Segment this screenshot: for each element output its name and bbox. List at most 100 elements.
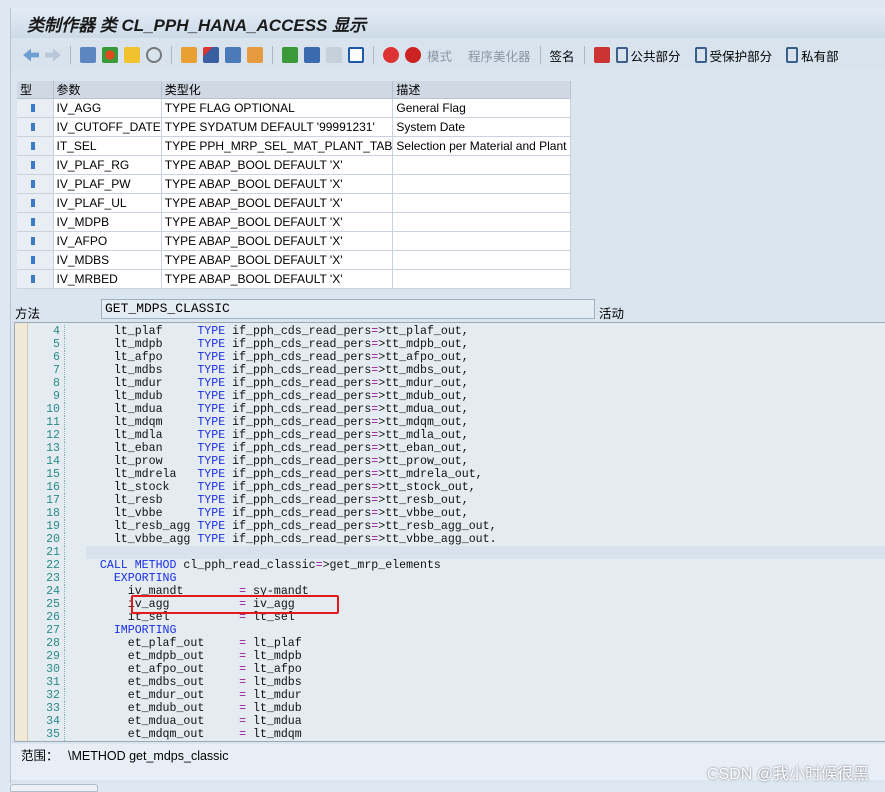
code-line[interactable]: 7 lt_mdbs TYPE if_pph_cds_read_pers=>tt_…	[28, 364, 885, 377]
code-line[interactable]: 5 lt_mdpb TYPE if_pph_cds_read_pers=>tt_…	[28, 338, 885, 351]
code-line[interactable]: 23 EXPORTING	[28, 572, 885, 585]
object-list-icon[interactable]	[181, 47, 197, 63]
class-icon[interactable]	[593, 47, 610, 63]
code-line[interactable]: 29 et_mdpb_out = lt_mdpb	[28, 650, 885, 663]
parameter-name[interactable]: IV_PLAF_UL	[53, 193, 162, 213]
wand-icon[interactable]	[203, 47, 219, 63]
pretty-printer-button[interactable]: 程序美化器	[468, 46, 531, 65]
parameter-typing[interactable]: TYPE FLAG OPTIONAL	[161, 98, 394, 118]
code-line[interactable]: 15 lt_mdrela TYPE if_pph_cds_read_pers=>…	[28, 468, 885, 481]
mode-button[interactable]: 模式	[427, 46, 452, 65]
parameter-name[interactable]: IV_PLAF_PW	[53, 174, 162, 194]
parameter-name[interactable]: IV_CUTOFF_DATE	[53, 117, 162, 137]
stop-icon[interactable]	[405, 47, 421, 63]
parameter-row[interactable]: IV_MDBS TYPE ABAP_BOOL DEFAULT 'X'	[17, 250, 572, 270]
parameter-row[interactable]: IV_PLAF_RG TYPE ABAP_BOOL DEFAULT 'X'	[17, 155, 572, 175]
code-text: et_mdpb_out = lt_mdpb	[86, 650, 302, 663]
code-line[interactable]: 27 IMPORTING	[28, 624, 885, 637]
abap-code-editor[interactable]: 4 lt_plaf TYPE if_pph_cds_read_pers=>tt_…	[14, 322, 885, 742]
parameter-name[interactable]: IV_MRBED	[53, 269, 162, 289]
method-name-field[interactable]: GET_MDPS_CLASSIC	[101, 299, 595, 319]
code-line[interactable]: 17 lt_resb TYPE if_pph_cds_read_pers=>tt…	[28, 494, 885, 507]
code-line[interactable]: 10 lt_mdua TYPE if_pph_cds_read_pers=>tt…	[28, 403, 885, 416]
code-line[interactable]: 32 et_mdur_out = lt_mdur	[28, 689, 885, 702]
parameter-row[interactable]: IV_PLAF_UL TYPE ABAP_BOOL DEFAULT 'X'	[17, 193, 572, 213]
parameter-description[interactable]	[392, 193, 572, 213]
protected-section-button[interactable]: 受保护部分	[694, 46, 772, 65]
code-line[interactable]: 8 lt_mdur TYPE if_pph_cds_read_pers=>tt_…	[28, 377, 885, 390]
parameter-description[interactable]	[392, 212, 572, 232]
parameter-typing[interactable]: TYPE ABAP_BOOL DEFAULT 'X'	[161, 193, 394, 213]
back-arrow-icon[interactable]	[23, 48, 39, 62]
public-section-button[interactable]: 公共部分	[615, 46, 681, 65]
info-icon[interactable]	[348, 47, 364, 63]
display-change-icon[interactable]	[80, 47, 96, 63]
column-header-type[interactable]: 型	[17, 81, 54, 99]
parameter-description[interactable]: General Flag	[392, 98, 572, 118]
parameter-name[interactable]: IV_MDPB	[53, 212, 162, 232]
parameter-typing[interactable]: TYPE PPH_MRP_SEL_MAT_PLANT_TAB	[161, 136, 394, 156]
column-header-typing[interactable]: 类型化	[161, 81, 394, 99]
code-line[interactable]: 9 lt_mdub TYPE if_pph_cds_read_pers=>tt_…	[28, 390, 885, 403]
code-line[interactable]: 31 et_mdbs_out = lt_mdbs	[28, 676, 885, 689]
parameter-typing[interactable]: TYPE SYDATUM DEFAULT '99991231'	[161, 117, 394, 137]
code-line[interactable]: 6 lt_afpo TYPE if_pph_cds_read_pers=>tt_…	[28, 351, 885, 364]
parameter-description[interactable]	[392, 155, 572, 175]
parameter-typing[interactable]: TYPE ABAP_BOOL DEFAULT 'X'	[161, 269, 394, 289]
code-line[interactable]: 33 et_mdub_out = lt_mdub	[28, 702, 885, 715]
code-line[interactable]: 14 lt_prow TYPE if_pph_cds_read_pers=>tt…	[28, 455, 885, 468]
parameter-typing[interactable]: TYPE ABAP_BOOL DEFAULT 'X'	[161, 250, 394, 270]
parameter-row[interactable]: IV_PLAF_PW TYPE ABAP_BOOL DEFAULT 'X'	[17, 174, 572, 194]
parameter-row[interactable]: IV_AFPO TYPE ABAP_BOOL DEFAULT 'X'	[17, 231, 572, 251]
code-line[interactable]: 11 lt_mdqm TYPE if_pph_cds_read_pers=>tt…	[28, 416, 885, 429]
parameter-name[interactable]: IT_SEL	[53, 136, 162, 156]
parameter-name[interactable]: IV_AGG	[53, 98, 162, 118]
code-line[interactable]: 12 lt_mdla TYPE if_pph_cds_read_pers=>tt…	[28, 429, 885, 442]
export-icon[interactable]	[247, 47, 263, 63]
parameter-typing[interactable]: TYPE ABAP_BOOL DEFAULT 'X'	[161, 212, 394, 232]
code-line[interactable]: 21	[28, 546, 885, 559]
hierarchy-icon[interactable]	[282, 47, 298, 63]
parameter-name[interactable]: IV_AFPO	[53, 231, 162, 251]
parameter-typing[interactable]: TYPE ABAP_BOOL DEFAULT 'X'	[161, 174, 394, 194]
breakpoint-icon[interactable]	[383, 47, 399, 63]
parameter-name[interactable]: IV_MDBS	[53, 250, 162, 270]
table-icon[interactable]	[326, 47, 342, 63]
parameter-row[interactable]: IT_SEL TYPE PPH_MRP_SEL_MAT_PLANT_TAB Sele…	[17, 136, 572, 156]
parameter-row[interactable]: IV_CUTOFF_DATE TYPE SYDATUM DEFAULT '9999…	[17, 117, 572, 137]
parameter-description[interactable]: Selection per Material and Plant	[392, 136, 572, 156]
check-icon[interactable]	[124, 47, 140, 63]
parameter-description[interactable]	[392, 174, 572, 194]
code-line[interactable]: 30 et_afpo_out = lt_afpo	[28, 663, 885, 676]
private-section-button[interactable]: 私有部	[786, 46, 839, 65]
column-header-parameter[interactable]: 参数	[53, 81, 162, 99]
activate-icon[interactable]	[102, 47, 118, 63]
code-line[interactable]: 18 lt_vbbe TYPE if_pph_cds_read_pers=>tt…	[28, 507, 885, 520]
footer-tab[interactable]	[10, 784, 98, 792]
navigate-icon[interactable]	[225, 47, 241, 63]
parameter-description[interactable]: System Date	[392, 117, 572, 137]
code-line[interactable]: 35 et_mdqm_out = lt_mdqm	[28, 728, 885, 741]
forward-arrow-icon[interactable]	[45, 48, 61, 62]
signature-button[interactable]: 签名	[550, 46, 575, 65]
code-line[interactable]: 16 lt_stock TYPE if_pph_cds_read_pers=>t…	[28, 481, 885, 494]
code-line[interactable]: 34 et_mdua_out = lt_mdua	[28, 715, 885, 728]
code-line[interactable]: 22 CALL METHOD cl_pph_read_classic=>get_…	[28, 559, 885, 572]
stack-icon[interactable]	[304, 47, 320, 63]
parameter-row[interactable]: IV_MRBED TYPE ABAP_BOOL DEFAULT 'X'	[17, 269, 572, 289]
code-line[interactable]: 28 et_plaf_out = lt_plaf	[28, 637, 885, 650]
code-line[interactable]: 19 lt_resb_agg TYPE if_pph_cds_read_pers…	[28, 520, 885, 533]
parameter-description[interactable]	[392, 250, 572, 270]
parameter-name[interactable]: IV_PLAF_RG	[53, 155, 162, 175]
code-line[interactable]: 13 lt_eban TYPE if_pph_cds_read_pers=>tt…	[28, 442, 885, 455]
column-header-description[interactable]: 描述	[392, 81, 572, 99]
parameter-typing[interactable]: TYPE ABAP_BOOL DEFAULT 'X'	[161, 155, 394, 175]
parameter-typing[interactable]: TYPE ABAP_BOOL DEFAULT 'X'	[161, 231, 394, 251]
parameter-row[interactable]: IV_AGG TYPE FLAG OPTIONAL General Flag	[17, 98, 572, 118]
parameter-row[interactable]: IV_MDPB TYPE ABAP_BOOL DEFAULT 'X'	[17, 212, 572, 232]
code-line[interactable]: 4 lt_plaf TYPE if_pph_cds_read_pers=>tt_…	[28, 325, 885, 338]
parameter-description[interactable]	[392, 231, 572, 251]
parameter-description[interactable]	[392, 269, 572, 289]
where-used-icon[interactable]	[146, 47, 162, 63]
code-line[interactable]: 20 lt_vbbe_agg TYPE if_pph_cds_read_pers…	[28, 533, 885, 546]
